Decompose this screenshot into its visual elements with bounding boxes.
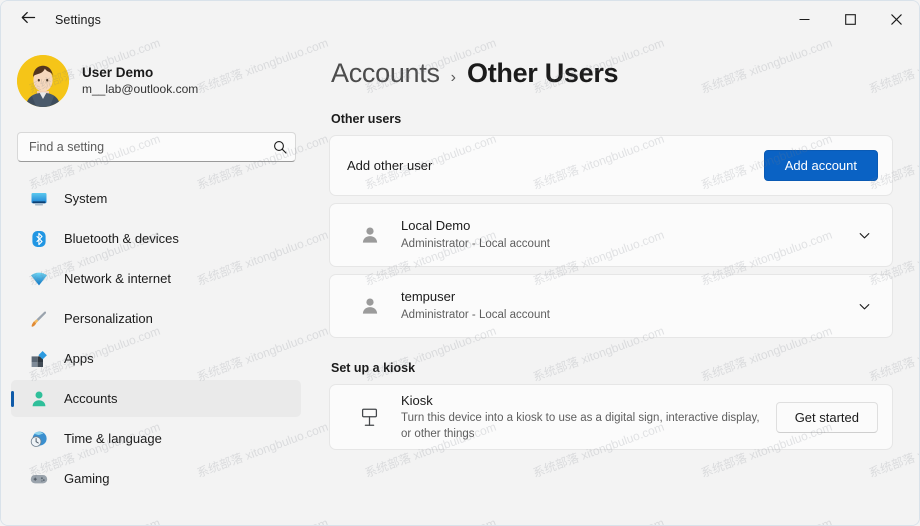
user-account-text: tempuser Administrator - Local account — [401, 289, 850, 323]
profile-email: m__lab@outlook.com — [82, 82, 198, 97]
minimize-button[interactable] — [781, 1, 827, 38]
sidebar-item-label: Network & internet — [64, 271, 171, 286]
sidebar-item-system[interactable]: System — [11, 180, 301, 217]
window-body: User Demo m__lab@outlook.com — [1, 38, 919, 525]
sidebar-item-personalization[interactable]: Personalization — [11, 300, 301, 337]
search-input[interactable] — [29, 140, 273, 154]
wifi-icon — [29, 269, 48, 288]
user-account-name: tempuser — [401, 289, 850, 306]
apps-icon — [29, 349, 48, 368]
sidebar-item-label: Time & language — [64, 431, 162, 446]
sidebar-item-label: Apps — [64, 351, 94, 366]
maximize-button[interactable] — [827, 1, 873, 38]
search-box[interactable] — [17, 132, 296, 162]
sidebar: User Demo m__lab@outlook.com — [1, 38, 311, 525]
add-other-user-label: Add other user — [347, 158, 764, 173]
app-title: Settings — [55, 13, 101, 27]
sidebar-item-label: Bluetooth & devices — [64, 231, 179, 246]
sidebar-item-label: Gaming — [64, 471, 110, 486]
user-account-name: Local Demo — [401, 218, 850, 235]
gamepad-icon — [29, 469, 48, 488]
person-icon — [29, 389, 48, 408]
settings-window: Settings — [0, 0, 920, 526]
bluetooth-icon — [29, 229, 48, 248]
kiosk-description: Turn this device into a kiosk to use as … — [401, 411, 761, 441]
kiosk-display-icon — [357, 405, 382, 430]
contact-icon — [357, 293, 383, 319]
title-bar: Settings — [1, 1, 919, 38]
search-icon[interactable] — [273, 140, 287, 154]
section-heading-kiosk: Set up a kiosk — [331, 361, 893, 375]
kiosk-text: Kiosk Turn this device into a kiosk to u… — [401, 392, 776, 442]
add-account-button[interactable]: Add account — [764, 150, 878, 181]
sidebar-item-label: System — [64, 191, 107, 206]
window-controls — [781, 1, 919, 38]
user-account-row[interactable]: Local Demo Administrator - Local account — [329, 203, 893, 267]
add-other-user-card: Add other user Add account — [329, 135, 893, 196]
sidebar-item-time-language[interactable]: Time & language — [11, 420, 301, 457]
chevron-down-icon[interactable] — [850, 292, 878, 320]
sidebar-item-label: Accounts — [64, 391, 117, 406]
avatar — [17, 55, 69, 107]
kiosk-title: Kiosk — [401, 392, 776, 409]
breadcrumb-parent[interactable]: Accounts — [331, 58, 440, 89]
user-account-detail: Administrator - Local account — [401, 308, 850, 323]
contact-icon — [357, 222, 383, 248]
back-button[interactable] — [11, 5, 45, 35]
profile-name: User Demo — [82, 65, 198, 82]
clock-globe-icon — [29, 429, 48, 448]
user-account-text: Local Demo Administrator - Local account — [401, 218, 850, 252]
monitor-icon — [29, 189, 48, 208]
kiosk-card: Kiosk Turn this device into a kiosk to u… — [329, 384, 893, 450]
sidebar-item-bluetooth-devices[interactable]: Bluetooth & devices — [11, 220, 301, 257]
user-account-row[interactable]: tempuser Administrator - Local account — [329, 274, 893, 338]
chevron-right-icon: › — [451, 69, 456, 87]
sidebar-item-apps[interactable]: Apps — [11, 340, 301, 377]
get-started-button[interactable]: Get started — [776, 402, 878, 433]
main-content: Accounts › Other Users Other users Add o… — [311, 38, 919, 525]
sidebar-item-label: Personalization — [64, 311, 153, 326]
close-button[interactable] — [873, 1, 919, 38]
sidebar-nav: System Bluetooth & devices — [1, 180, 311, 525]
chevron-down-icon[interactable] — [850, 221, 878, 249]
section-heading-other-users: Other users — [331, 112, 893, 126]
profile-text: User Demo m__lab@outlook.com — [82, 65, 198, 98]
arrow-left-icon — [21, 11, 36, 29]
breadcrumb: Accounts › Other Users — [331, 58, 893, 89]
profile-card[interactable]: User Demo m__lab@outlook.com — [17, 52, 311, 110]
paintbrush-icon — [29, 309, 48, 328]
sidebar-item-accounts[interactable]: Accounts — [11, 380, 301, 417]
sidebar-item-network-internet[interactable]: Network & internet — [11, 260, 301, 297]
sidebar-item-gaming[interactable]: Gaming — [11, 460, 301, 497]
page-title: Other Users — [467, 58, 618, 89]
user-account-detail: Administrator - Local account — [401, 237, 850, 252]
